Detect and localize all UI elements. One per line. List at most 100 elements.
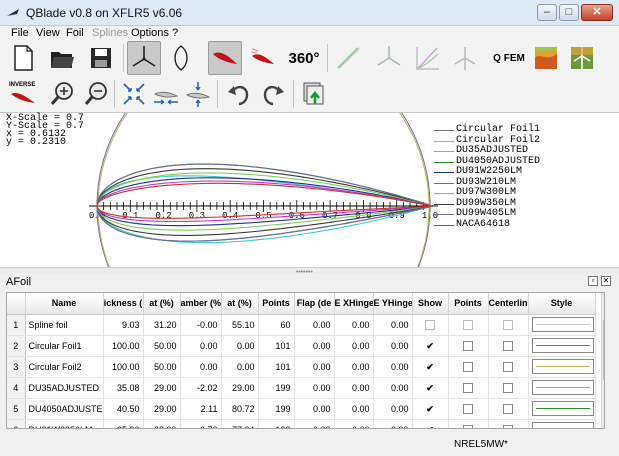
cell-yhinge[interactable]: 0.00 xyxy=(373,356,413,378)
scroll-up-icon[interactable]: ▲ xyxy=(602,293,605,302)
cell-xhinge[interactable]: 0.00 xyxy=(334,419,374,428)
cell-t-at[interactable]: 32.00 xyxy=(143,419,181,428)
inverse-design-button[interactable]: INVERSE xyxy=(6,77,42,111)
menu-splines[interactable]: Splines xyxy=(92,26,128,40)
scroll-down-icon[interactable]: ▼ xyxy=(602,419,605,428)
row-header[interactable]: 5 xyxy=(7,398,26,420)
row-header[interactable]: 4 xyxy=(7,377,26,399)
menu-file[interactable]: File xyxy=(11,26,29,40)
graph-button[interactable] xyxy=(410,41,444,75)
reset-scale-button[interactable] xyxy=(117,77,151,111)
line-style-swatch[interactable] xyxy=(531,338,594,353)
hawt-button[interactable] xyxy=(565,41,599,75)
centerline-checkbox[interactable] xyxy=(503,319,513,330)
show-checkbox[interactable]: ✔ xyxy=(425,362,435,372)
scrollbar-thumb[interactable] xyxy=(603,320,604,380)
cell-thickness[interactable]: 100.00 xyxy=(103,335,144,357)
points-checkbox[interactable] xyxy=(463,382,473,393)
fem-map-button[interactable] xyxy=(529,41,563,75)
cell-camber[interactable]: -0.00 xyxy=(180,314,222,336)
cell-yhinge[interactable]: 0.00 xyxy=(373,314,413,336)
menu-view[interactable]: View xyxy=(36,26,60,40)
cell-flap[interactable]: 0.00 xyxy=(294,419,335,428)
cell-camber[interactable]: 2.70 xyxy=(180,419,222,428)
cell-flap[interactable]: 0.00 xyxy=(294,377,335,399)
line-style-swatch[interactable] xyxy=(531,422,594,428)
cell-t-at[interactable]: 29.00 xyxy=(143,398,181,420)
column-header[interactable]: Centerline xyxy=(488,293,529,315)
table-row[interactable]: 4 DU35ADJUSTED 35.08 29.00 -2.02 29.00 199 0.00… xyxy=(7,377,596,399)
cell-xhinge[interactable]: 0.00 xyxy=(334,335,374,357)
show-checkbox[interactable] xyxy=(425,319,435,330)
cell-c-at[interactable]: 29.00 xyxy=(221,377,259,399)
centerline-checkbox[interactable] xyxy=(503,403,513,414)
line-style-swatch[interactable] xyxy=(531,359,594,374)
foil-name-cell[interactable]: DU4050ADJUSTED xyxy=(25,398,104,420)
points-checkbox[interactable] xyxy=(463,340,473,351)
y-scale-button[interactable] xyxy=(181,77,215,111)
cell-c-at[interactable]: 0.00 xyxy=(221,335,259,357)
cell-t-at[interactable]: 29.00 xyxy=(143,377,181,399)
line-style-swatch[interactable] xyxy=(531,380,594,395)
close-button[interactable]: ✕ xyxy=(581,4,613,21)
line-tool-button[interactable] xyxy=(331,41,365,75)
zoom-out-button[interactable] xyxy=(80,77,114,111)
centerline-checkbox[interactable] xyxy=(503,340,513,351)
cell-points[interactable]: 101 xyxy=(258,335,295,357)
column-header[interactable]: ickness ( xyxy=(103,293,144,315)
cell-points[interactable]: 199 xyxy=(258,419,295,428)
cell-camber[interactable]: 0.00 xyxy=(180,335,222,357)
column-header[interactable]: Points xyxy=(448,293,489,315)
turbine-sim-button[interactable] xyxy=(448,41,482,75)
maximize-button[interactable]: □ xyxy=(559,4,579,21)
row-header[interactable]: 2 xyxy=(7,335,26,357)
x-scale-button[interactable] xyxy=(149,77,183,111)
table-vertical-scrollbar[interactable]: ▲ ▼ xyxy=(601,293,605,428)
new-button[interactable] xyxy=(6,41,40,75)
foil-name-cell[interactable]: Circular Foil1 xyxy=(25,335,104,357)
cell-yhinge[interactable]: 0.00 xyxy=(373,398,413,420)
centerline-checkbox[interactable] xyxy=(503,382,513,393)
points-checkbox[interactable] xyxy=(463,361,473,372)
cell-xhinge[interactable]: 0.00 xyxy=(334,398,374,420)
undo-button[interactable] xyxy=(222,77,256,111)
cell-points[interactable]: 101 xyxy=(258,356,295,378)
column-header[interactable]: Name xyxy=(25,293,104,315)
dock-close-button[interactable]: ✕ xyxy=(601,276,611,286)
polar-360-button[interactable]: 360° xyxy=(286,41,320,75)
table-row[interactable]: 5 DU4050ADJUSTED 40.50 29.00 2.11 80.72 199 0.0… xyxy=(7,398,596,420)
cell-yhinge[interactable]: 0.00 xyxy=(373,419,413,428)
export-button[interactable] xyxy=(296,77,330,111)
cell-thickness[interactable]: 9.03 xyxy=(103,314,144,336)
show-checkbox[interactable]: ✔ xyxy=(425,404,435,414)
cell-c-at[interactable]: 55.10 xyxy=(221,314,259,336)
table-row[interactable]: 3 Circular Foil2 100.00 50.00 0.00 0.00 101 0.0… xyxy=(7,356,596,378)
menu-foil[interactable]: Foil xyxy=(66,26,84,40)
column-header[interactable]: at (%) xyxy=(221,293,259,315)
column-header[interactable]: E XHinge xyxy=(334,293,374,315)
zoom-in-button[interactable] xyxy=(46,77,80,111)
cell-xhinge[interactable]: 0.00 xyxy=(334,356,374,378)
rotor-blade-button[interactable] xyxy=(127,41,161,75)
cell-t-at[interactable]: 31.20 xyxy=(143,314,181,336)
row-header[interactable]: 1 xyxy=(7,314,26,336)
column-header[interactable]: Style xyxy=(528,293,596,315)
row-header[interactable]: 3 xyxy=(7,356,26,378)
cell-flap[interactable]: 0.00 xyxy=(294,356,335,378)
table-row[interactable]: 1 Spline foil 9.03 31.20 -0.00 55.10 60 0.00 0.0… xyxy=(7,314,596,336)
cell-thickness[interactable]: 40.50 xyxy=(103,398,144,420)
foil-name-cell[interactable]: Spline foil xyxy=(25,314,104,336)
show-checkbox[interactable]: ✔ xyxy=(425,425,435,428)
menu-help[interactable]: ? xyxy=(172,26,178,40)
redo-button[interactable] xyxy=(256,77,290,111)
cell-points[interactable]: 199 xyxy=(258,398,295,420)
column-header[interactable]: E YHinge xyxy=(373,293,413,315)
table-row[interactable]: 6DU91W2250LM25.0032.002.7077.041990.000.… xyxy=(7,419,596,428)
foil-name-cell[interactable]: DU35ADJUSTED xyxy=(25,377,104,399)
airfoil-outline-button[interactable] xyxy=(164,41,198,75)
qfem-button[interactable]: Q FEM xyxy=(491,41,525,75)
column-header[interactable]: amber (% xyxy=(180,293,222,315)
cell-c-at[interactable]: 77.04 xyxy=(221,419,259,428)
cell-points[interactable]: 60 xyxy=(258,314,295,336)
column-header[interactable]: Flap (de xyxy=(294,293,335,315)
